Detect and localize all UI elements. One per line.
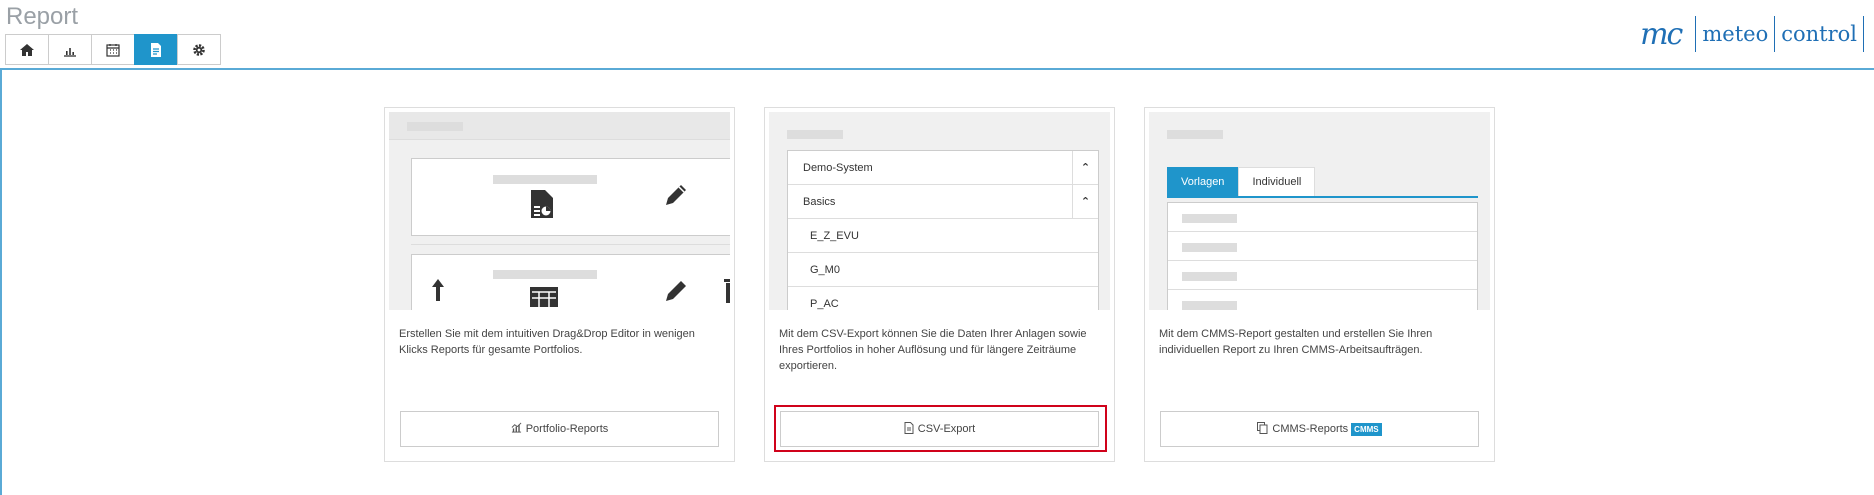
placeholder-bar (1182, 272, 1237, 281)
placeholder-bar (787, 130, 843, 139)
file-icon (904, 421, 914, 437)
tree-item-label: P_AC (810, 297, 839, 310)
placeholder-bar (407, 122, 463, 131)
brand-logo: mc meteo control (1640, 12, 1864, 56)
cmms-reports-button[interactable]: CMMS-Reports CMMS (1160, 411, 1479, 447)
tree-item[interactable]: Basics ⌃ (788, 185, 1098, 219)
card-portfolio-reports: Erstellen Sie mit dem intuitiven Drag&Dr… (384, 107, 735, 462)
left-border (0, 68, 2, 495)
preview-divider (411, 244, 730, 245)
placeholder-bar (1182, 243, 1237, 252)
card-description: Mit dem CSV-Export können Sie die Daten … (779, 328, 1087, 372)
tree-item[interactable]: G_M0 (788, 253, 1098, 287)
pencil-icon (666, 185, 686, 205)
home-icon (20, 43, 34, 56)
channel-tree: Demo-System ⌃ Basics ⌃ E_Z_EVU G_M0 P_AC (787, 150, 1099, 310)
cmms-badge: CMMS (1351, 422, 1382, 436)
document-icon (151, 42, 161, 57)
tree-item-label: E_Z_EVU (810, 229, 859, 242)
brand-word-meteo: meteo (1702, 22, 1769, 46)
nav-tab-charts[interactable] (48, 34, 92, 65)
card-csv-export: Demo-System ⌃ Basics ⌃ E_Z_EVU G_M0 P_AC… (764, 107, 1115, 462)
table-icon (530, 287, 558, 307)
placeholder-bar (1167, 130, 1223, 139)
arrow-up-icon (432, 279, 444, 301)
placeholder-bar (1182, 301, 1237, 310)
chart-icon (511, 422, 522, 436)
button-label: Portfolio-Reports (525, 423, 609, 435)
brand-separator (1863, 16, 1864, 52)
tab-individuell[interactable]: Individuell (1238, 167, 1316, 196)
header-divider (0, 68, 1874, 70)
tree-item[interactable]: Demo-System ⌃ (788, 151, 1098, 185)
tree-item-label: Demo-System (803, 161, 873, 174)
tree-item[interactable]: P_AC (788, 287, 1098, 310)
card-cmms-reports: Vorlagen Individuell Mit dem CMMS-Report… (1144, 107, 1495, 462)
portfolio-reports-button[interactable]: Portfolio-Reports (400, 411, 719, 447)
placeholder-bar (493, 270, 597, 279)
chevron-up-icon[interactable]: ⌃ (1072, 151, 1098, 184)
list-item[interactable] (1168, 203, 1477, 232)
placeholder-bar (1182, 214, 1237, 223)
calendar-icon (106, 43, 120, 57)
card-preview: Vorlagen Individuell (1149, 112, 1490, 310)
list-item[interactable] (1168, 290, 1477, 310)
nav-tab-settings[interactable] (177, 34, 221, 65)
chart-icon (64, 47, 76, 57)
brand-word-control: control (1781, 22, 1857, 46)
card-preview (389, 112, 730, 310)
nav-tabs (5, 34, 221, 65)
button-label: CMMS-Reports (1272, 423, 1349, 435)
page-title: Report (6, 3, 79, 30)
card-preview: Demo-System ⌃ Basics ⌃ E_Z_EVU G_M0 P_AC (769, 112, 1110, 310)
trash-icon (724, 279, 730, 303)
report-type-tabs: Vorlagen Individuell (1167, 167, 1478, 198)
preview-header (389, 112, 730, 140)
button-label: CSV-Export (917, 423, 976, 435)
tree-item[interactable]: E_Z_EVU (788, 219, 1098, 253)
card-description: Erstellen Sie mit dem intuitiven Drag&Dr… (399, 328, 695, 356)
tree-item-label: Basics (803, 195, 836, 208)
csv-export-button[interactable]: CSV-Export (780, 411, 1099, 447)
tab-vorlagen[interactable]: Vorlagen (1167, 167, 1239, 196)
template-list (1167, 202, 1478, 310)
list-item[interactable] (1168, 232, 1477, 261)
brand-mark: mc (1640, 16, 1683, 52)
preview-widget (411, 158, 730, 236)
pencil-icon (666, 281, 686, 301)
card-description: Mit dem CMMS-Report gestalten und erstel… (1159, 328, 1433, 356)
nav-tab-reports[interactable] (134, 34, 178, 65)
nav-tab-home[interactable] (5, 34, 49, 65)
report-file-icon (531, 190, 553, 218)
chevron-up-icon[interactable]: ⌃ (1072, 185, 1098, 218)
list-item[interactable] (1168, 261, 1477, 290)
placeholder-bar (493, 175, 597, 184)
nav-tab-calendar[interactable] (91, 34, 135, 65)
gear-icon (193, 43, 205, 56)
preview-widget (411, 254, 730, 310)
copy-icon (1257, 421, 1268, 437)
tree-item-label: G_M0 (810, 263, 840, 276)
header: Report mc meteo control (0, 0, 1874, 70)
